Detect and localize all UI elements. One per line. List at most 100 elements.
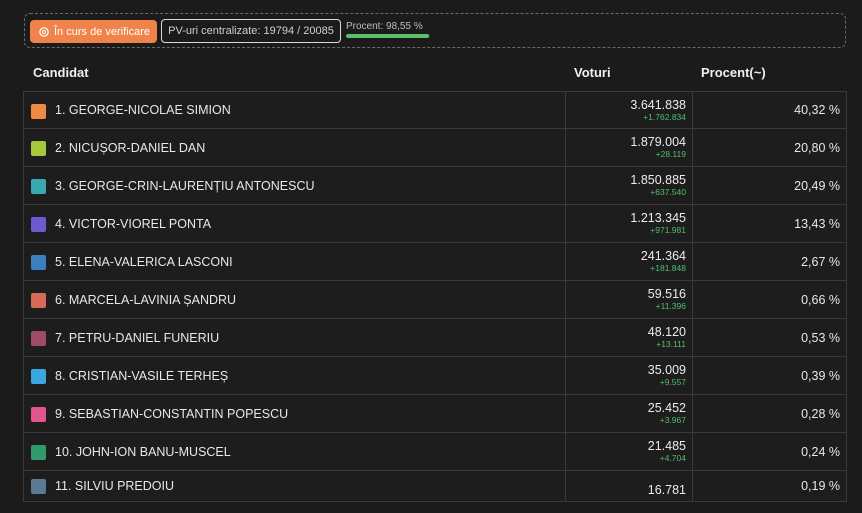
votes-cell: 21.485 +4.704 bbox=[648, 439, 686, 463]
column-divider bbox=[692, 281, 693, 318]
status-bar: În curs de verificare PV-uri centralizat… bbox=[24, 13, 846, 48]
votes-value: 1.879.004 bbox=[630, 135, 686, 149]
votes-value: 3.641.838 bbox=[630, 98, 686, 112]
candidate-color-swatch bbox=[31, 179, 46, 194]
votes-delta: +9.557 bbox=[659, 377, 686, 387]
percent-value: 20,49 % bbox=[794, 178, 840, 193]
votes-delta: +4.704 bbox=[659, 453, 686, 463]
column-divider bbox=[692, 205, 693, 242]
progress-track bbox=[346, 34, 430, 38]
table-row[interactable]: 5. ELENA-VALERICA LASCONI 241.364 +181.848… bbox=[23, 243, 847, 281]
votes-delta: +28.119 bbox=[655, 149, 686, 159]
results-table: 1. GEORGE-NICOLAE SIMION 3.641.838 +1.762.… bbox=[23, 91, 847, 502]
column-divider bbox=[565, 243, 566, 280]
column-divider bbox=[692, 243, 693, 280]
candidate-name: 9. SEBASTIAN-CONSTANTIN POPESCU bbox=[55, 406, 289, 421]
candidate-name: 7. PETRU-DANIEL FUNERIU bbox=[55, 330, 220, 345]
table-row[interactable]: 6. MARCELA-LAVINIA ȘANDRU 59.516 +11.396 0,… bbox=[23, 281, 847, 319]
votes-cell: 241.364 +181.848 bbox=[641, 249, 686, 273]
column-divider bbox=[692, 129, 693, 166]
table-row[interactable]: 9. SEBASTIAN-CONSTANTIN POPESCU 25.452 +3.… bbox=[23, 395, 847, 433]
votes-value: 21.485 bbox=[647, 439, 686, 453]
candidate-name: 4. VICTOR-VIOREL PONTA bbox=[55, 216, 212, 231]
column-divider bbox=[565, 205, 566, 242]
procent-label: Procent: 98,55 % bbox=[346, 21, 423, 32]
votes-delta: +1.762.834 bbox=[643, 112, 686, 122]
votes-delta: +181.848 bbox=[650, 263, 686, 273]
candidate-name: 3. GEORGE-CRIN-LAURENȚIU ANTONESCU bbox=[55, 178, 315, 193]
table-row[interactable]: 1. GEORGE-NICOLAE SIMION 3.641.838 +1.762.… bbox=[23, 91, 847, 129]
candidate-name: 1. GEORGE-NICOLAE SIMION bbox=[55, 103, 231, 117]
votes-delta: +13.111 bbox=[656, 339, 686, 349]
votes-delta: +3.967 bbox=[659, 415, 686, 425]
candidate-name: 6. MARCELA-LAVINIA ȘANDRU bbox=[55, 292, 237, 307]
votes-value: 16.781 bbox=[647, 483, 686, 497]
table-row[interactable]: 10. JOHN-ION BANU-MUSCEL 21.485 +4.704 0,24… bbox=[23, 433, 847, 471]
votes-value: 25.452 bbox=[647, 401, 686, 415]
votes-value: 59.516 bbox=[647, 287, 686, 301]
header-voturi[interactable]: Voturi bbox=[574, 65, 611, 80]
table-row[interactable]: 8. CRISTIAN-VASILE TERHEȘ 35.009 +9.557 0,3… bbox=[23, 357, 847, 395]
votes-cell: 16.781 bbox=[648, 483, 686, 497]
table-row[interactable]: 4. VICTOR-VIOREL PONTA 1.213.345 +971.981 1… bbox=[23, 205, 847, 243]
votes-value: 35.009 bbox=[647, 363, 686, 377]
percent-value: 0,53 % bbox=[801, 330, 840, 345]
candidate-color-swatch bbox=[31, 369, 46, 384]
verificare-badge[interactable]: În curs de verificare bbox=[30, 20, 157, 43]
candidate-color-swatch bbox=[31, 293, 46, 308]
table-row[interactable]: 3. GEORGE-CRIN-LAURENȚIU ANTONESCU 1.850.… bbox=[23, 167, 847, 205]
candidate-name: 2. NICUȘOR-DANIEL DAN bbox=[55, 140, 206, 155]
percent-value: 2,67 % bbox=[801, 254, 840, 269]
column-divider bbox=[565, 471, 566, 501]
column-divider bbox=[692, 357, 693, 394]
column-divider bbox=[565, 129, 566, 166]
percent-value: 0,39 % bbox=[801, 368, 840, 383]
candidate-color-swatch bbox=[31, 104, 46, 119]
column-divider bbox=[692, 92, 693, 128]
votes-value: 48.120 bbox=[647, 325, 686, 339]
candidate-color-swatch bbox=[31, 255, 46, 270]
header-candidat[interactable]: Candidat bbox=[33, 65, 89, 80]
column-divider bbox=[692, 167, 693, 204]
column-divider bbox=[565, 395, 566, 432]
votes-cell: 1.850.885 +637.540 bbox=[630, 173, 686, 197]
percent-value: 0,28 % bbox=[801, 406, 840, 421]
candidate-name: 8. CRISTIAN-VASILE TERHEȘ bbox=[55, 368, 229, 383]
votes-cell: 1.879.004 +28.119 bbox=[630, 135, 686, 159]
header-procent[interactable]: Procent(~) bbox=[701, 65, 766, 80]
column-divider bbox=[692, 433, 693, 470]
progress-fill bbox=[346, 34, 429, 38]
percent-value: 0,66 % bbox=[801, 292, 840, 307]
votes-delta: +637.540 bbox=[650, 187, 686, 197]
table-row[interactable]: 7. PETRU-DANIEL FUNERIU 48.120 +13.111 0,53… bbox=[23, 319, 847, 357]
percent-value: 20,80 % bbox=[794, 140, 840, 155]
column-divider bbox=[565, 433, 566, 470]
column-divider bbox=[565, 281, 566, 318]
candidate-color-swatch bbox=[31, 479, 46, 494]
pv-label: PV-uri centralizate: 19794 / 20085 bbox=[168, 25, 334, 37]
table-row[interactable]: 11. SILVIU PREDOIU 16.781 0,19 % bbox=[23, 471, 847, 502]
refresh-icon bbox=[39, 26, 49, 37]
votes-value: 241.364 bbox=[640, 249, 686, 263]
candidate-color-swatch bbox=[31, 445, 46, 460]
column-divider bbox=[565, 319, 566, 356]
candidate-name: 10. JOHN-ION BANU-MUSCEL bbox=[55, 444, 231, 459]
candidate-color-swatch bbox=[31, 141, 46, 156]
candidate-name: 11. SILVIU PREDOIU bbox=[55, 479, 175, 493]
column-divider bbox=[692, 319, 693, 356]
column-divider bbox=[565, 92, 566, 128]
votes-delta: +11.396 bbox=[655, 301, 686, 311]
percent-value: 13,43 % bbox=[794, 216, 840, 231]
table-row[interactable]: 2. NICUȘOR-DANIEL DAN 1.879.004 +28.119 20,… bbox=[23, 129, 847, 167]
votes-value: 1.850.885 bbox=[630, 173, 686, 187]
votes-cell: 3.641.838 +1.762.834 bbox=[630, 98, 686, 122]
votes-cell: 35.009 +9.557 bbox=[648, 363, 686, 387]
table-header: Candidat Voturi Procent(~) bbox=[24, 56, 847, 90]
pv-centralizate-badge: PV-uri centralizate: 19794 / 20085 bbox=[161, 19, 341, 43]
votes-delta: +971.981 bbox=[650, 225, 686, 235]
percent-value: 0,19 % bbox=[801, 479, 840, 493]
column-divider bbox=[565, 357, 566, 394]
percent-value: 0,24 % bbox=[801, 444, 840, 459]
votes-cell: 48.120 +13.111 bbox=[648, 325, 686, 349]
percent-value: 40,32 % bbox=[794, 103, 840, 117]
